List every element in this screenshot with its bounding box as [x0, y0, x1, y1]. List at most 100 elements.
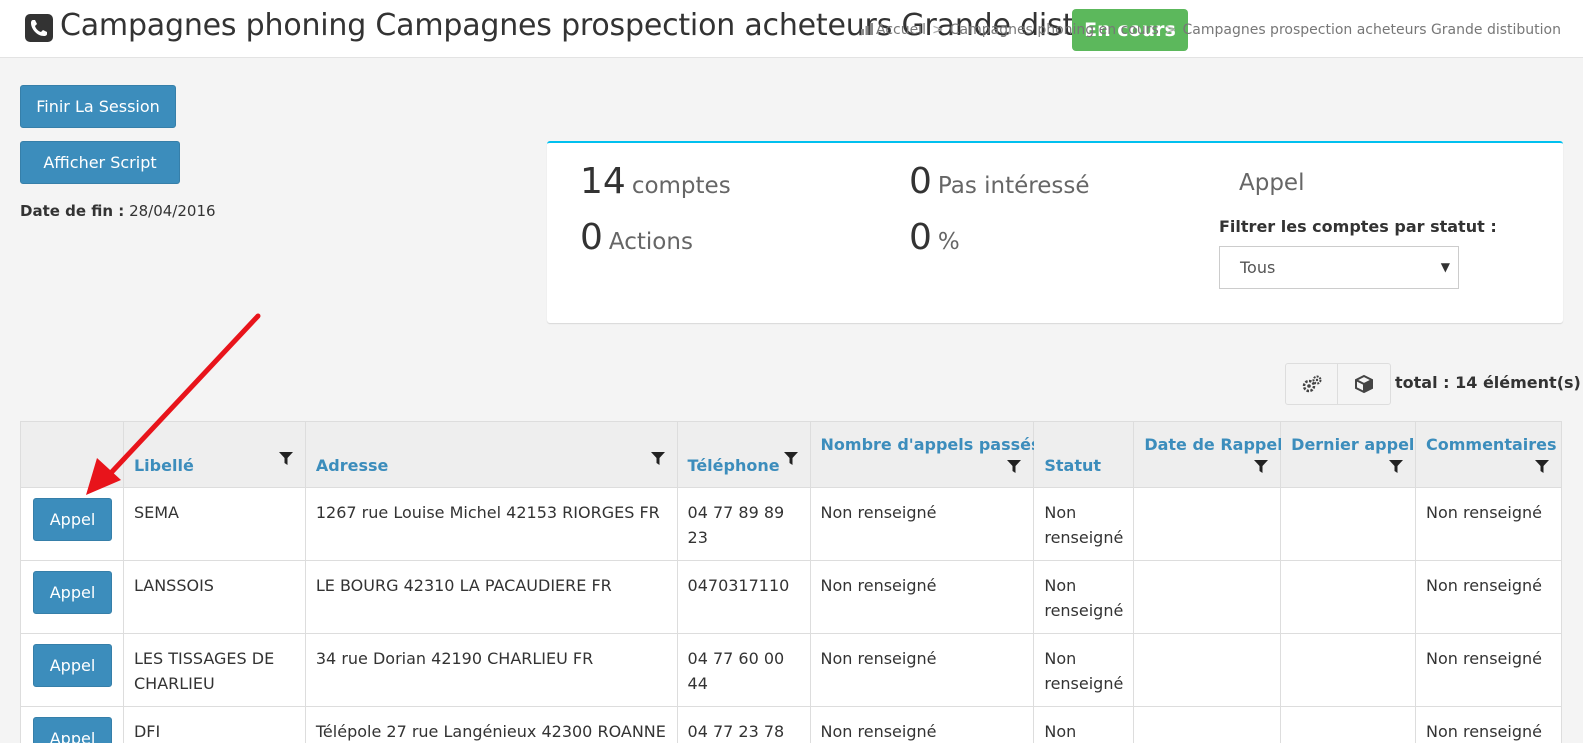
breadcrumb-separator: >	[1164, 22, 1177, 38]
table-row: Appel SEMA 1267 rue Louise Michel 42153 …	[20, 487, 1562, 561]
filter-icon[interactable]	[278, 452, 293, 466]
filter-icon[interactable]	[650, 452, 665, 466]
cell-dernier-appel	[1280, 487, 1416, 561]
status-filter-select[interactable]: Tous ▼	[1219, 246, 1459, 289]
breadcrumb-current: Campagnes prospection acheteurs Grande d…	[1182, 22, 1561, 38]
header-nb-appels[interactable]: Nombre d'appels passés	[809, 421, 1041, 488]
sort-dernier-appel[interactable]: Dernier appel	[1291, 435, 1414, 454]
stat-pas-interesse-label: Pas intéressé	[937, 173, 1090, 199]
stat-percent: 0%	[909, 217, 960, 258]
sort-nb-appels[interactable]: Nombre d'appels passés	[821, 435, 1041, 454]
phone-icon	[25, 14, 53, 42]
sort-statut[interactable]: Statut	[1044, 456, 1101, 475]
appel-button[interactable]: Appel	[33, 717, 112, 743]
breadcrumb-home[interactable]: Accueil	[876, 22, 926, 38]
accounts-table: Libellé Adresse Téléphone Nombre d'appel…	[20, 421, 1562, 743]
header-dernier-appel[interactable]: Dernier appel	[1280, 421, 1416, 488]
sort-telephone[interactable]: Téléphone	[688, 456, 780, 475]
cell-libelle: LES TISSAGES DE CHARLIEU	[122, 633, 306, 707]
filter-icon[interactable]	[1007, 460, 1022, 474]
stat-percent-value: 0	[909, 217, 932, 258]
stat-actions: 0 Actions	[580, 217, 693, 258]
cube-icon	[1355, 374, 1373, 394]
sort-date-rappel[interactable]: Date de Rappel	[1144, 435, 1282, 454]
filter-icon[interactable]	[1389, 460, 1403, 474]
cell-adresse: 34 rue Dorian 42190 CHARLIEU FR	[304, 633, 678, 707]
sort-libelle[interactable]: Libellé	[134, 456, 194, 475]
cell-nb-appels: Non renseigné	[809, 706, 1035, 743]
cell-commentaires: Non renseigné	[1415, 633, 1562, 707]
cell-statut: Non renseigné	[1033, 706, 1135, 743]
breadcrumb-campagnes[interactable]: Campagnes phoning en cours	[950, 22, 1159, 38]
export-button[interactable]	[1339, 364, 1391, 404]
stat-actions-value: 0	[580, 217, 603, 258]
cell-nb-appels: Non renseigné	[809, 560, 1035, 634]
cell-statut: Non renseigné	[1033, 487, 1135, 561]
sort-adresse[interactable]: Adresse	[316, 456, 388, 475]
cell-commentaires: Non renseigné	[1415, 560, 1562, 634]
appel-button[interactable]: Appel	[33, 644, 112, 687]
stat-comptes-label: comptes	[631, 173, 731, 199]
table-row: Appel LANSSOIS LE BOURG 42310 LA PACAUDI…	[20, 560, 1562, 634]
total-count: total : 14 élément(s)	[1395, 373, 1581, 392]
cell-date-rappel	[1133, 487, 1282, 561]
cell-dernier-appel	[1280, 706, 1416, 743]
cell-nb-appels: Non renseigné	[809, 633, 1035, 707]
cell-adresse: Télépole 27 rue Langénieux 42300 ROANNE	[304, 706, 678, 743]
stat-percent-label: %	[937, 229, 960, 255]
table-header-row: Libellé Adresse Téléphone Nombre d'appel…	[20, 421, 1562, 488]
filter-icon[interactable]	[1254, 460, 1269, 474]
stat-comptes: 14 comptes	[580, 161, 731, 202]
cell-dernier-appel	[1280, 560, 1416, 634]
table-tools	[1285, 363, 1391, 405]
cell-telephone: 04 77 60 00 44	[676, 633, 811, 707]
breadcrumb-separator: >	[932, 22, 944, 38]
cell-date-rappel	[1133, 706, 1282, 743]
chevron-down-icon: ▼	[1440, 260, 1450, 274]
settings-button[interactable]	[1286, 364, 1338, 404]
stat-pas-interesse: 0 Pas intéressé	[909, 161, 1089, 202]
cell-telephone: 04 77 23 78 23	[676, 706, 811, 743]
cell-date-rappel	[1133, 633, 1282, 707]
cell-libelle: LANSSOIS	[122, 560, 306, 634]
table-row: Appel LES TISSAGES DE CHARLIEU 34 rue Do…	[20, 633, 1562, 707]
cell-adresse: LE BOURG 42310 LA PACAUDIERE FR	[304, 560, 678, 634]
date-fin-value: 28/04/2016	[129, 202, 216, 220]
cell-date-rappel	[1133, 560, 1282, 634]
cell-adresse: 1267 rue Louise Michel 42153 RIORGES FR	[304, 487, 678, 561]
gears-icon	[1302, 375, 1322, 393]
cell-nb-appels: Non renseigné	[809, 487, 1035, 561]
stats-box: 14 comptes 0 Actions 0 Pas intéressé 0% App…	[547, 141, 1563, 323]
cell-telephone: 04 77 89 89 23	[676, 487, 811, 561]
filter-icon[interactable]	[1535, 460, 1549, 474]
stat-comptes-value: 14	[580, 161, 626, 202]
appel-button[interactable]: Appel	[33, 571, 112, 614]
header-telephone[interactable]: Téléphone	[676, 421, 811, 488]
header-action	[20, 421, 124, 488]
header-date-rappel[interactable]: Date de Rappel	[1133, 421, 1283, 488]
sort-commentaires[interactable]: Commentaires	[1426, 435, 1557, 454]
stat-actions-label: Actions	[608, 229, 693, 255]
header-adresse[interactable]: Adresse	[304, 421, 678, 488]
header-statut[interactable]: Statut	[1033, 421, 1135, 488]
stat-pas-interesse-value: 0	[909, 161, 932, 202]
cell-statut: Non renseigné	[1033, 560, 1135, 634]
cell-libelle: DFI	[122, 706, 306, 743]
cell-commentaires: Non renseigné	[1415, 487, 1562, 561]
finir-session-button[interactable]: Finir La Session	[20, 85, 176, 128]
afficher-script-button[interactable]: Afficher Script	[20, 141, 180, 184]
table-row: Appel DFI Télépole 27 rue Langénieux 423…	[20, 706, 1562, 743]
cell-statut: Non renseigné	[1033, 633, 1135, 707]
status-filter-value: Tous	[1240, 258, 1276, 277]
filter-label: Filtrer les comptes par statut :	[1219, 217, 1497, 236]
filter-icon[interactable]	[783, 452, 798, 466]
cell-commentaires: Non renseigné	[1415, 706, 1562, 743]
header-commentaires[interactable]: Commentaires	[1415, 421, 1562, 488]
top-bar: Campagnes phoning Campagnes prospection …	[0, 0, 1583, 58]
date-fin-label: Date de fin :	[20, 202, 125, 220]
stat-appel-label: Appel	[1239, 170, 1305, 196]
dashboard-icon	[861, 23, 874, 35]
date-fin: Date de fin : 28/04/2016	[20, 202, 216, 220]
appel-button[interactable]: Appel	[33, 498, 112, 541]
header-libelle[interactable]: Libellé	[122, 421, 306, 488]
